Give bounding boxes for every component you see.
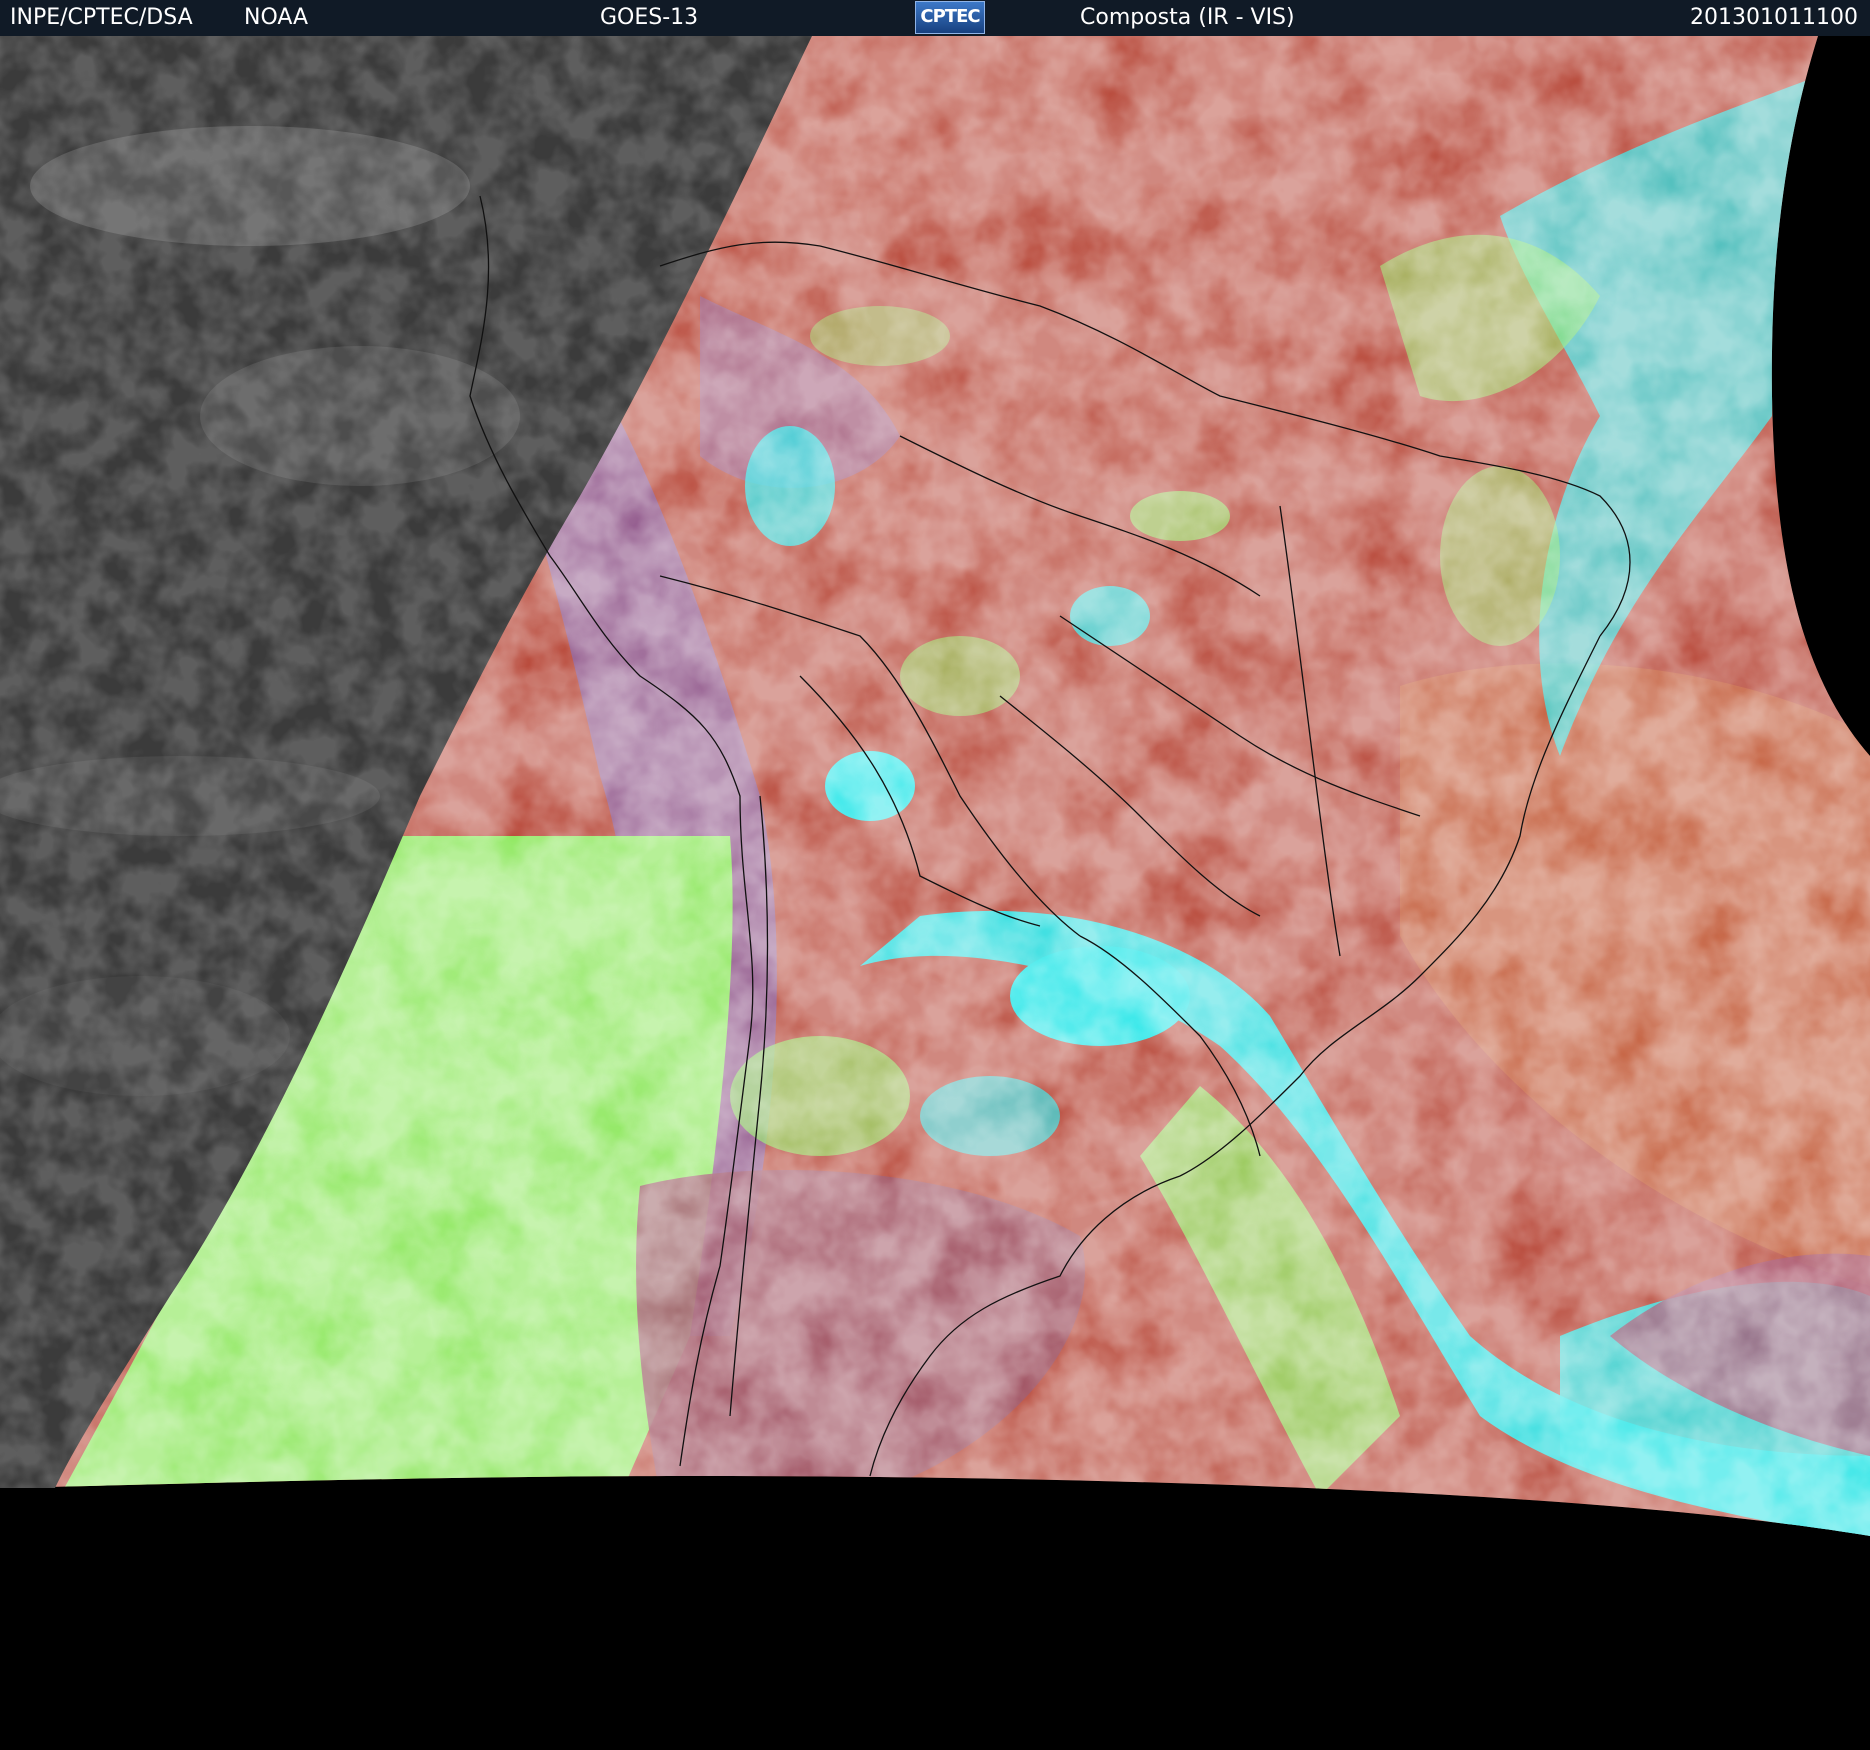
logo-text: CPTEC <box>920 6 980 27</box>
satellite-composite-map <box>0 36 1870 1750</box>
image-header-bar: INPE/CPTEC/DSA NOAA GOES-13 CPTEC Compos… <box>0 0 1870 36</box>
source-label: NOAA <box>244 5 309 30</box>
satellite-label: GOES-13 <box>600 5 699 30</box>
product-label: Composta (IR - VIS) <box>1080 5 1295 30</box>
timestamp-label: 201301011100 <box>1690 5 1858 30</box>
cptec-logo: CPTEC <box>915 1 985 34</box>
agency-label: INPE/CPTEC/DSA <box>10 5 193 30</box>
